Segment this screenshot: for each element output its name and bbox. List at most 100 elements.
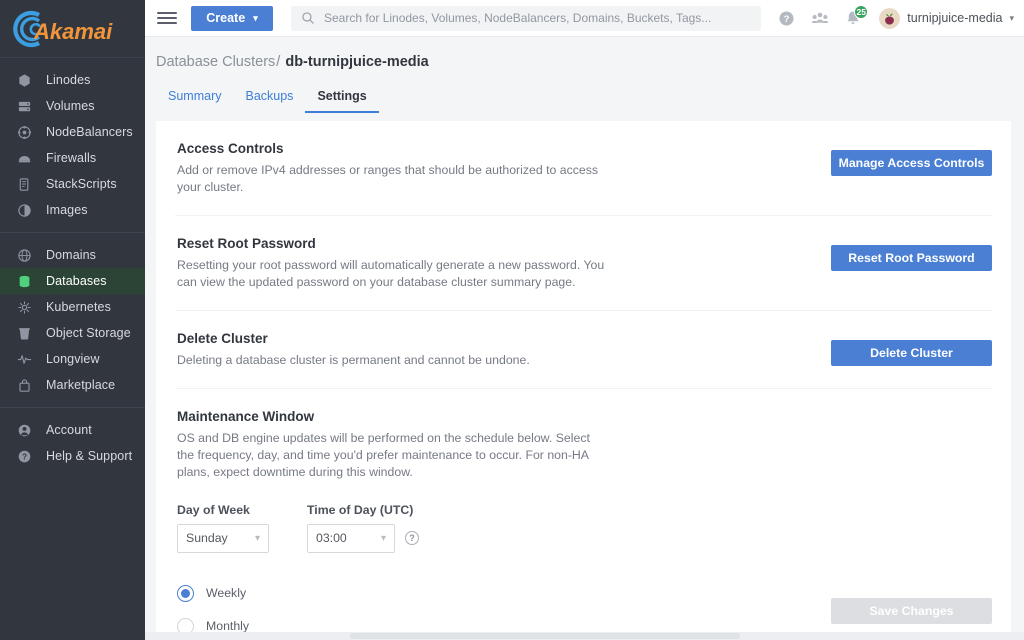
reset-root-password-button[interactable]: Reset Root Password [831, 244, 992, 271]
stackscripts-icon [16, 176, 33, 193]
sidebar-item-images[interactable]: Images [0, 197, 145, 223]
scrollbar-thumb[interactable] [350, 633, 740, 639]
bell-icon[interactable]: 25 [845, 4, 869, 27]
sidebar-item-help-support[interactable]: ? Help & Support [0, 443, 145, 469]
sidebar-group-account: Account ? Help & Support [0, 407, 145, 478]
sidebar-item-label: Databases [46, 274, 107, 288]
create-button[interactable]: Create ▾ [191, 5, 273, 31]
section-action: Delete Cluster [830, 331, 992, 366]
manage-access-controls-button[interactable]: Manage Access Controls [831, 150, 992, 176]
sidebar-item-marketplace[interactable]: Marketplace [0, 372, 145, 398]
help-circle-icon[interactable]: ? [405, 530, 419, 545]
sidebar-item-volumes[interactable]: Volumes [0, 93, 145, 119]
section-title: Access Controls [177, 141, 284, 156]
tab-settings[interactable]: Settings [305, 85, 379, 113]
section-title: Delete Cluster [177, 330, 268, 346]
globe-icon [16, 247, 33, 264]
sidebar-item-account[interactable]: Account [0, 417, 145, 443]
chevron-down-icon: ▾ [380, 532, 386, 544]
day-of-week-value: Sunday [186, 531, 228, 546]
user-name: turnipjuice-media [907, 11, 1003, 25]
top-navigation-bar: Create ▾ ? 25 [145, 0, 1024, 37]
save-changes-button[interactable]: Save Changes [831, 597, 992, 624]
day-of-week-field: Day of Week Sunday ▾ [177, 503, 269, 553]
object-storage-icon [16, 325, 33, 342]
page-content: Database Clusters/ db-turnipjuice-media … [145, 37, 1024, 640]
community-users-icon[interactable] [811, 10, 829, 26]
section-description: Add or remove IPv4 addresses or ranges t… [177, 163, 599, 194]
section-description: OS and DB engine updates will be perform… [177, 430, 590, 479]
sidebar-item-longview[interactable]: Longview [0, 346, 145, 372]
page-title: db-turnipjuice-media [285, 54, 429, 70]
firewall-icon [16, 150, 33, 167]
section-title: Maintenance Window [177, 408, 315, 424]
database-icon [16, 273, 33, 290]
user-menu[interactable]: turnipjuice-media ▾ [879, 7, 1014, 29]
sidebar-item-databases[interactable]: Databases [0, 268, 145, 294]
create-button-label: Create [206, 11, 246, 25]
hamburger-icon[interactable] [157, 8, 177, 28]
svg-text:?: ? [784, 14, 790, 25]
sidebar-item-label: StackScripts [46, 177, 117, 191]
akamai-logo[interactable]: Akamai [0, 0, 145, 58]
sidebar-item-label: Images [46, 203, 88, 217]
chevron-down-icon: ▾ [1009, 12, 1014, 23]
time-of-day-value: 03:00 [316, 531, 347, 546]
sidebar-item-label: Volumes [46, 99, 95, 113]
avatar [879, 7, 901, 29]
breadcrumb-parent-link[interactable]: Database Clusters [156, 54, 275, 70]
app-root: Akamai Linodes Volumes NodeBalancers Fir… [0, 0, 1024, 640]
sidebar-group-compute: Linodes Volumes NodeBalancers Firewalls [0, 58, 145, 232]
account-person-icon [16, 422, 33, 439]
tab-summary[interactable]: Summary [156, 85, 233, 113]
section-access-controls: Access Controls Add or remove IPv4 addre… [175, 121, 992, 216]
settings-card: Access Controls Add or remove IPv4 addre… [156, 121, 1011, 640]
sidebar-item-domains[interactable]: Domains [0, 242, 145, 268]
marketplace-bag-icon [16, 377, 33, 394]
primary-sidebar: Akamai Linodes Volumes NodeBalancers Fir… [0, 0, 145, 640]
section-action: Reset Root Password [830, 236, 992, 271]
sidebar-item-kubernetes[interactable]: Kubernetes [0, 294, 145, 320]
topbar-actions: ? 25 turnipjuice-media ▾ [778, 4, 1014, 29]
section-title: Reset Root Password [177, 235, 316, 251]
sidebar-item-label: Marketplace [46, 378, 116, 392]
radio-weekly-label: Weekly [206, 586, 247, 601]
chevron-down-icon: ▾ [254, 532, 260, 544]
svg-text:?: ? [22, 452, 27, 461]
day-of-week-label: Day of Week [177, 502, 250, 517]
search-input[interactable] [324, 11, 751, 25]
global-search[interactable] [291, 5, 761, 31]
maintenance-schedule-fields: Day of Week Sunday ▾ Time of Day (UTC) 0… [177, 503, 992, 553]
section-action: Manage Access Controls [830, 141, 992, 176]
sidebar-item-label: Object Storage [46, 326, 131, 340]
time-of-day-select[interactable]: 03:00 ▾ [307, 523, 395, 553]
help-circle-icon[interactable]: ? [778, 10, 795, 27]
breadcrumb-separator: / [276, 54, 281, 70]
sidebar-item-label: NodeBalancers [46, 125, 133, 139]
radio-weekly[interactable] [177, 584, 194, 602]
section-description: Resetting your root password will automa… [177, 257, 605, 289]
sidebar-item-label: Account [46, 423, 92, 437]
linode-cube-icon [16, 72, 33, 89]
horizontal-scrollbar[interactable] [145, 632, 1024, 640]
day-of-week-select[interactable]: Sunday ▾ [177, 523, 269, 553]
notification-badge: 25 [854, 4, 869, 19]
nodebalancers-icon [16, 124, 33, 141]
section-reset-root-password: Reset Root Password Resetting your root … [175, 216, 992, 311]
sidebar-item-label: Help & Support [46, 449, 133, 463]
kubernetes-icon [16, 299, 33, 316]
section-maintenance-window: Maintenance Window OS and DB engine upda… [175, 389, 992, 640]
sidebar-item-object-storage[interactable]: Object Storage [0, 320, 145, 346]
sidebar-item-linodes[interactable]: Linodes [0, 67, 145, 93]
time-of-day-label: Time of Day (UTC) [307, 502, 414, 517]
section-action: Save Changes [831, 597, 992, 624]
sidebar-item-stackscripts[interactable]: StackScripts [0, 171, 145, 197]
tab-backups[interactable]: Backups [233, 85, 305, 113]
breadcrumb: Database Clusters/ db-turnipjuice-media [145, 37, 1024, 70]
sidebar-item-nodebalancers[interactable]: NodeBalancers [0, 119, 145, 145]
section-delete-cluster: Delete Cluster Deleting a database clust… [175, 311, 992, 389]
sidebar-item-firewalls[interactable]: Firewalls [0, 145, 145, 171]
delete-cluster-button[interactable]: Delete Cluster [831, 339, 992, 366]
sidebar-item-label: Domains [46, 248, 97, 262]
